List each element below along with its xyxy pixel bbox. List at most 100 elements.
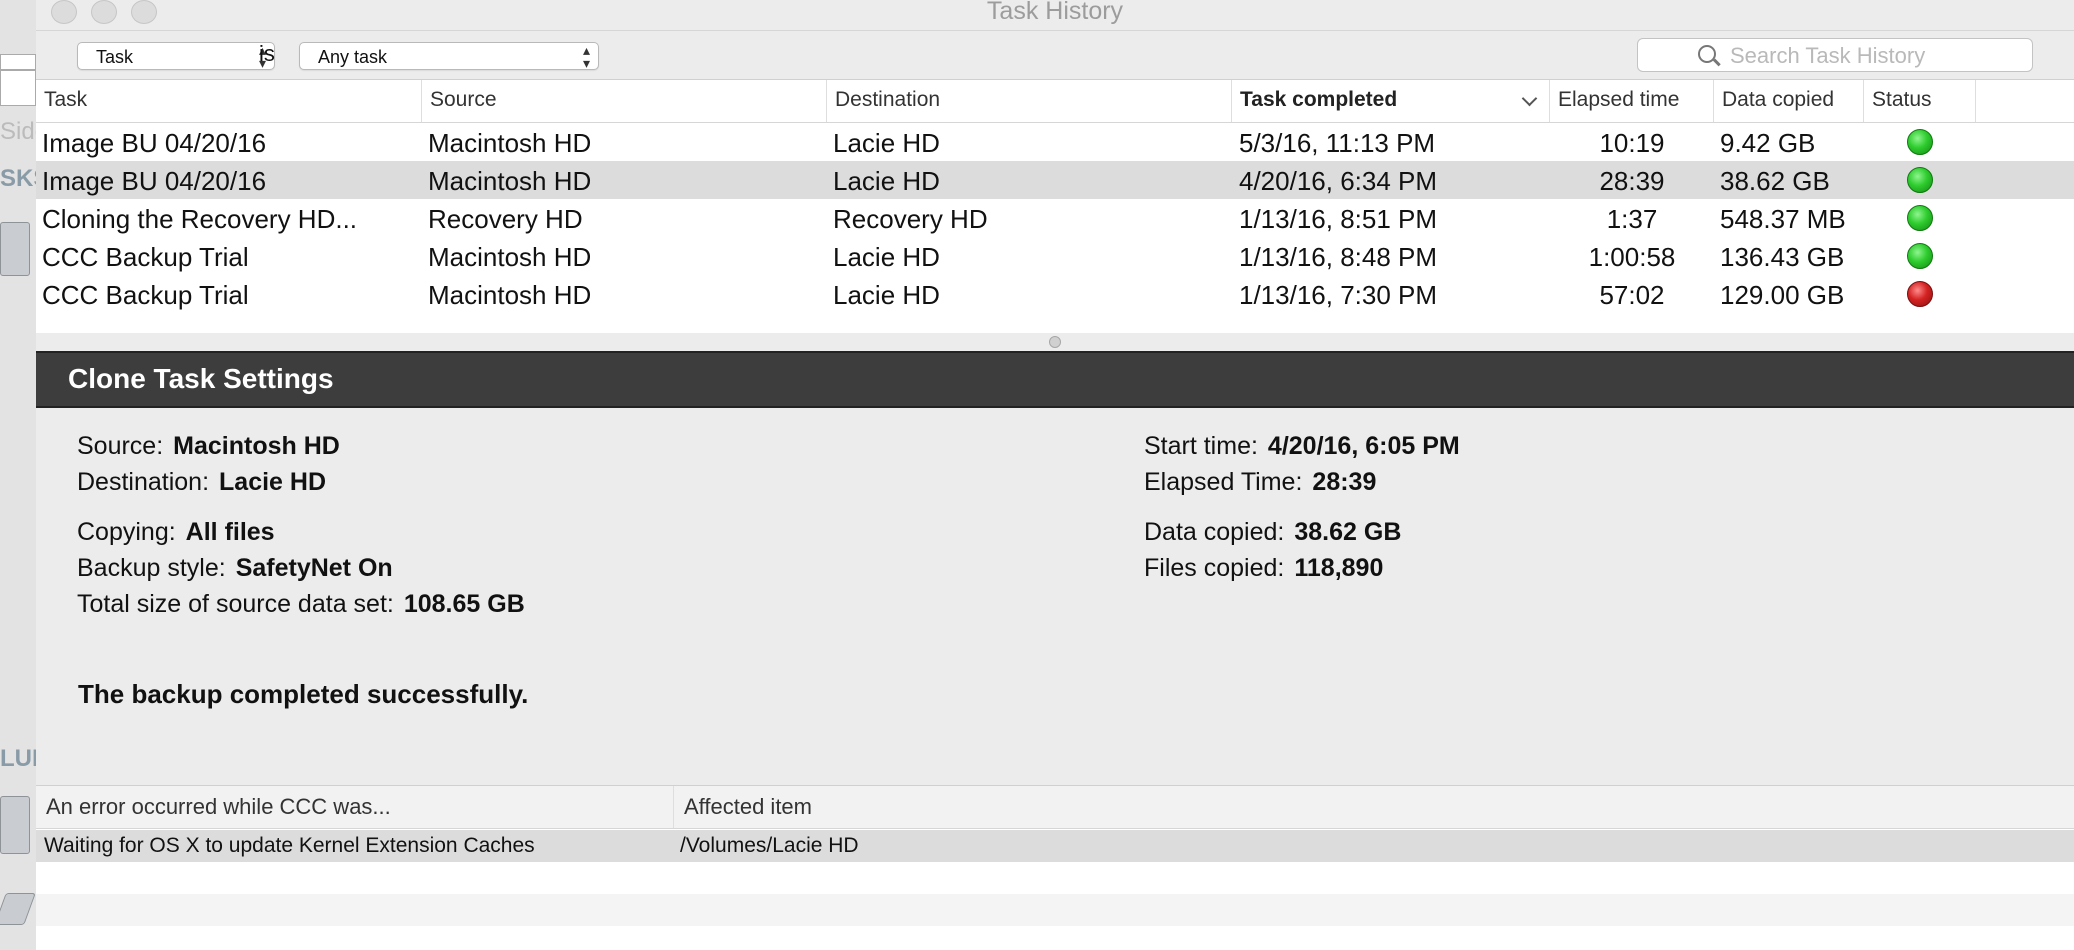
table-header: Task Source Destination Task completed E… <box>36 80 2074 123</box>
column-header-label: Task completed <box>1240 88 1398 111</box>
settings-header: Clone Task Settings <box>36 351 2074 408</box>
background-section-label: LUM <box>0 745 36 772</box>
cell-source: Macintosh HD <box>428 128 592 158</box>
column-header-status[interactable]: Status <box>1864 80 1976 122</box>
filter-field-value: Task <box>96 47 134 67</box>
column-header-affected-item[interactable]: Affected item <box>674 786 2074 828</box>
elapsed-time-line: Elapsed Time: 28:39 <box>1144 468 1376 497</box>
cell-task-completed: 1/13/16, 8:48 PM <box>1239 242 1438 272</box>
disk-icon <box>0 796 30 854</box>
background-window-field <box>0 70 36 106</box>
cell-destination: Lacie HD <box>833 242 940 272</box>
column-header-data-copied[interactable]: Data copied <box>1714 80 1864 122</box>
column-header-error[interactable]: An error occurred while CCC was... <box>36 786 674 828</box>
empty-row <box>36 862 2074 894</box>
source-value: Macintosh HD <box>173 432 340 460</box>
column-header-elapsed-time[interactable]: Elapsed time <box>1550 80 1714 122</box>
document-icon <box>0 222 30 276</box>
files-copied-line: Files copied: 118,890 <box>1144 554 1383 583</box>
destination-value: Lacie HD <box>219 468 327 496</box>
title-bar: Task History <box>36 0 2074 31</box>
window-title: Task History <box>986 0 1124 25</box>
filter-operator: is <box>259 41 275 66</box>
status-green-icon <box>1907 205 1933 231</box>
error-row[interactable]: Waiting for OS X to update Kernel Extens… <box>36 830 2074 862</box>
cell-data-copied: 9.42 GB <box>1720 128 1816 158</box>
status-green-icon <box>1907 167 1933 193</box>
status-green-icon <box>1907 243 1933 269</box>
data-copied-value: 38.62 GB <box>1294 518 1402 546</box>
table-row[interactable]: Image BU 04/20/16 Macintosh HD Lacie HD 5/3… <box>36 123 2074 161</box>
backup-style-value: SafetyNet On <box>235 554 393 582</box>
table-row[interactable]: CCC Backup Trial Macintosh HD Lacie HD 1/13… <box>36 237 2074 275</box>
backup-style-label: Backup style: <box>77 554 226 582</box>
background-window-field <box>0 54 36 70</box>
popup-arrows-icon: ▴ ▾ <box>582 42 590 71</box>
destination-line: Destination: Lacie HD <box>77 468 326 497</box>
cell-elapsed-time: 1:00:58 <box>1588 242 1676 272</box>
background-window: Side SKS LUM <box>0 0 37 950</box>
cell-destination: Recovery HD <box>833 204 988 234</box>
background-sidebar-label: Side <box>0 118 36 145</box>
cell-task: Cloning the Recovery HD... <box>42 204 358 234</box>
filter-field-popup[interactable]: Task ▴ ▾ <box>77 42 275 70</box>
cell-elapsed-time: 10:19 <box>1599 128 1665 158</box>
cell-elapsed-time: 1:37 <box>1606 204 1658 234</box>
copying-label: Copying: <box>77 518 176 546</box>
filter-value-text: Any task <box>318 47 388 67</box>
data-copied-line: Data copied: 38.62 GB <box>1144 518 1401 547</box>
backup-style-line: Backup style: SafetyNet On <box>77 554 393 583</box>
column-header-source[interactable]: Source <box>422 80 827 122</box>
elapsed-time-value: 28:39 <box>1312 468 1377 496</box>
disk-icon <box>0 893 36 925</box>
total-size-value: 108.65 GB <box>403 590 525 618</box>
error-table-header: An error occurred while CCC was... Affec… <box>36 785 2074 829</box>
total-size-line: Total size of source data set: 108.65 GB <box>77 590 525 619</box>
cell-source: Recovery HD <box>428 204 583 234</box>
cell-task-completed: 4/20/16, 6:34 PM <box>1239 166 1438 196</box>
files-copied-label: Files copied: <box>1144 554 1285 582</box>
cell-data-copied: 548.37 MB <box>1720 204 1846 234</box>
cell-source: Macintosh HD <box>428 280 592 310</box>
search-input[interactable]: Search Task History <box>1637 38 2033 72</box>
result-message: The backup completed successfully. <box>78 679 529 709</box>
error-description: Waiting for OS X to update Kernel Extens… <box>44 834 535 857</box>
table-row[interactable]: Cloning the Recovery HD... Recovery HD Rec… <box>36 199 2074 237</box>
column-header-destination[interactable]: Destination <box>827 80 1232 122</box>
table-row[interactable]: Image BU 04/20/16 Macintosh HD Lacie HD 4/2… <box>36 161 2074 199</box>
copying-value: All files <box>185 518 275 546</box>
cell-elapsed-time: 28:39 <box>1599 166 1665 196</box>
cell-task-completed: 1/13/16, 7:30 PM <box>1239 280 1438 310</box>
column-header-task-completed[interactable]: Task completed <box>1232 80 1550 122</box>
cell-source: Macintosh HD <box>428 242 592 272</box>
data-copied-label: Data copied: <box>1144 518 1285 546</box>
cell-destination: Lacie HD <box>833 280 940 310</box>
cell-destination: Lacie HD <box>833 166 940 196</box>
cell-data-copied: 129.00 GB <box>1720 280 1845 310</box>
status-red-icon <box>1907 281 1933 307</box>
cell-elapsed-time: 57:02 <box>1599 280 1665 310</box>
cell-destination: Lacie HD <box>833 128 940 158</box>
search-icon <box>1698 45 1716 63</box>
column-header-task[interactable]: Task <box>36 80 422 122</box>
split-view-divider[interactable] <box>36 333 2074 351</box>
sort-descending-icon <box>1521 90 1538 107</box>
cell-data-copied: 136.43 GB <box>1720 242 1845 272</box>
files-copied-value: 118,890 <box>1294 554 1384 582</box>
cell-task: CCC Backup Trial <box>42 242 249 272</box>
cell-task: Image BU 04/20/16 <box>42 128 267 158</box>
cell-data-copied: 38.62 GB <box>1720 166 1830 196</box>
background-section-label: SKS <box>0 165 36 192</box>
search-placeholder: Search Task History <box>1730 43 1926 68</box>
filter-bar: Task ▴ ▾ is Any task ▴ ▾ Search Task Histo… <box>36 31 2074 80</box>
error-table: An error occurred while CCC was... Affec… <box>36 785 2074 950</box>
cell-source: Macintosh HD <box>428 166 592 196</box>
source-label: Source: <box>77 432 164 460</box>
source-line: Source: Macintosh HD <box>77 432 340 461</box>
copying-line: Copying: All files <box>77 518 275 547</box>
cell-task-completed: 5/3/16, 11:13 PM <box>1239 128 1436 158</box>
table-row[interactable]: CCC Backup Trial Macintosh HD Lacie HD 1/13… <box>36 275 2074 313</box>
filter-value-popup[interactable]: Any task ▴ ▾ <box>299 42 599 70</box>
divider-handle-icon[interactable] <box>1049 336 1061 348</box>
empty-row <box>36 894 2074 926</box>
